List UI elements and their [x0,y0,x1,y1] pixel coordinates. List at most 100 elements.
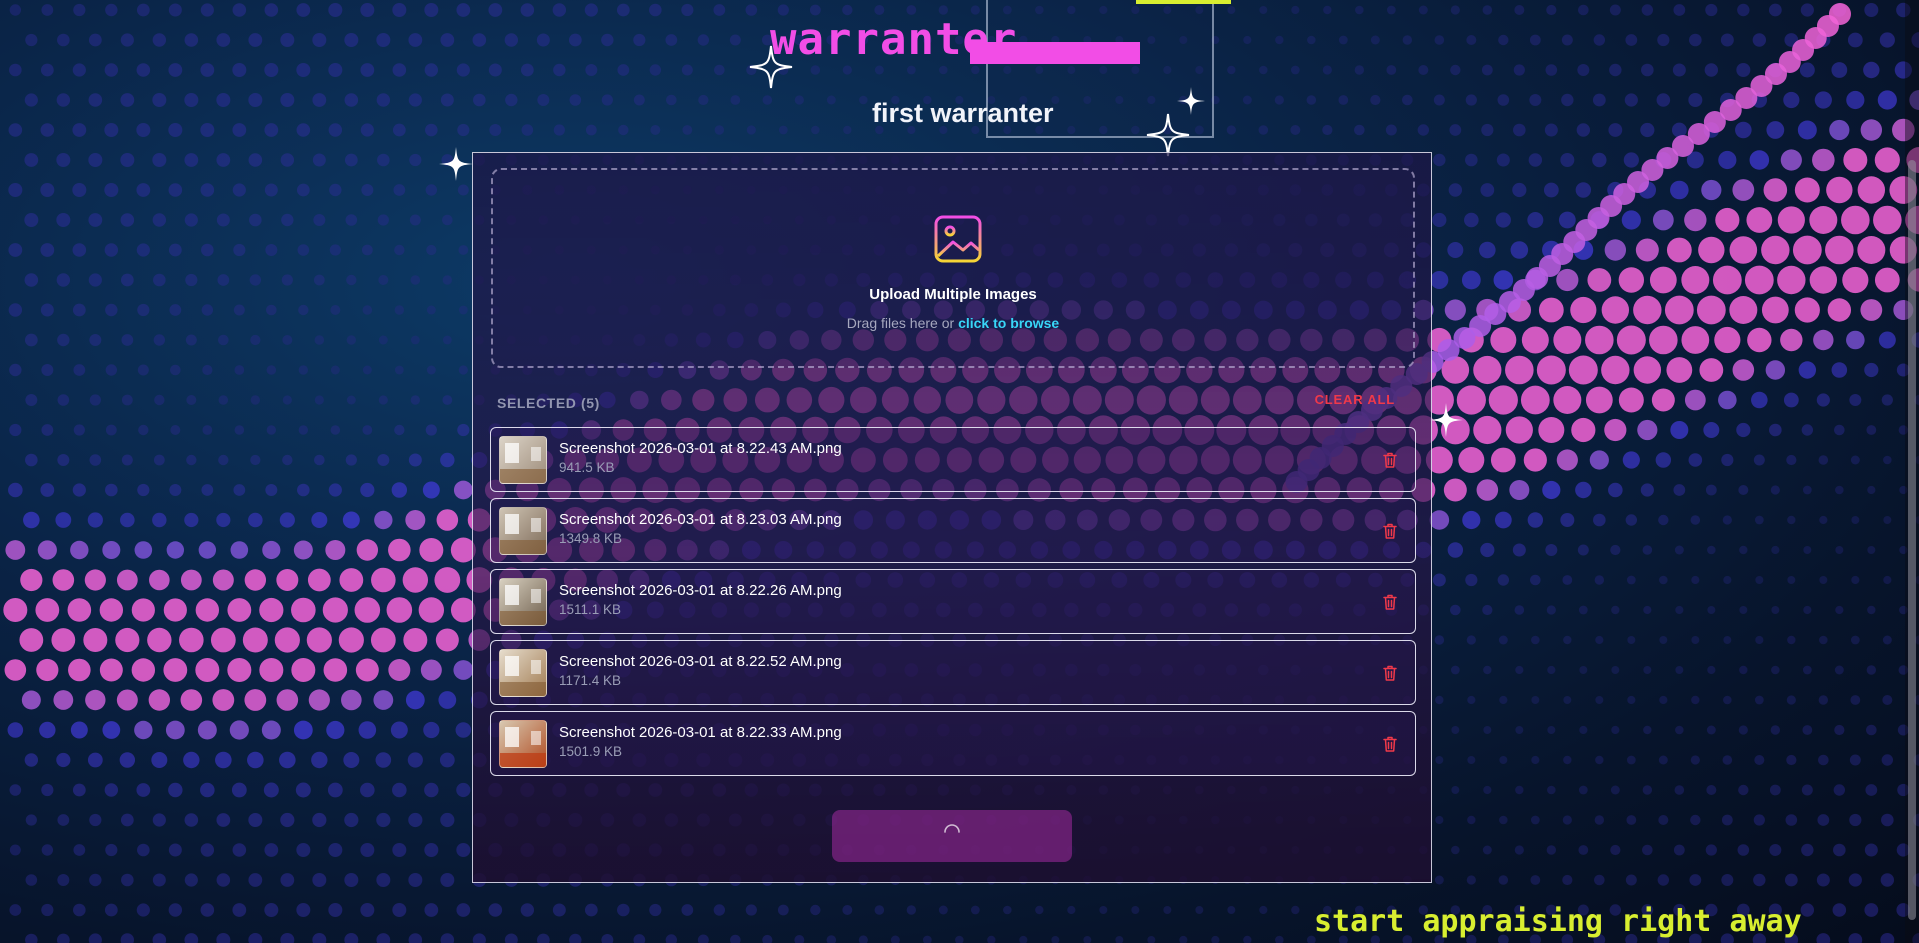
background-dot [520,903,535,917]
background-dot [346,395,356,405]
background-dot [842,905,853,915]
browse-link[interactable]: click to browse [958,315,1059,331]
trash-icon[interactable] [1383,452,1397,468]
background-dot [216,33,231,47]
background-dot [1718,390,1737,410]
background-dot [1447,542,1464,558]
background-dot [185,334,197,346]
background-dot [55,512,72,528]
background-dot [442,395,453,405]
background-dot [232,843,247,857]
background-dot [73,364,86,376]
submit-button[interactable] [832,810,1072,862]
background-dot [1802,485,1812,495]
background-dot [1688,93,1703,107]
background-dot [136,243,150,257]
background-dot [1835,605,1844,615]
trash-icon[interactable] [1383,594,1397,610]
background-dot [405,510,426,530]
background-dot [987,935,996,943]
background-dot [312,93,327,107]
background-dot [1635,238,1659,262]
background-dot [25,814,37,826]
background-dot [1834,665,1844,675]
background-dot [227,598,252,622]
file-dropzone[interactable]: Upload Multiple Images Drag files here o… [491,168,1415,368]
background-dot [1674,545,1684,555]
background-dot [377,153,390,167]
background-dot [360,482,375,498]
background-dot [56,93,71,107]
background-dot [1841,205,1870,235]
background-dot [390,721,408,739]
background-dot [41,903,54,917]
background-dot [408,873,423,887]
background-dot [1227,6,1236,14]
clear-all-button[interactable]: CLEAR ALL [1313,392,1395,407]
background-dot [1578,605,1588,615]
background-dot [266,425,277,435]
background-dot [328,903,343,917]
background-dot [102,541,121,559]
background-dot [666,94,677,106]
background-dot [1528,153,1543,167]
background-dot [971,65,980,75]
background-dot [342,511,360,529]
background-dot [1771,606,1780,614]
background-dot [1879,32,1895,48]
background-dot [152,153,167,167]
background-dot [358,721,377,739]
background-dot [1847,32,1863,48]
background-dot [1482,845,1492,855]
background-dot [169,304,182,316]
background-dot [682,125,693,135]
trash-icon[interactable] [1383,736,1397,752]
background-dot [424,63,439,77]
background-dot [1849,394,1862,406]
background-dot [1664,295,1694,325]
trash-icon[interactable] [1383,523,1397,539]
background-dot [232,123,247,137]
scrollbar-thumb[interactable] [1908,160,1916,920]
background-dot [1817,814,1830,826]
background-dot [1521,326,1549,354]
background-dot [1705,484,1717,496]
background-dot [1657,874,1670,886]
background-dot [378,335,388,345]
background-dot [1785,814,1798,826]
background-dot [730,95,741,105]
background-dot [1753,454,1765,466]
background-dot [115,627,140,653]
background-dot [601,33,614,47]
trash-icon[interactable] [1383,665,1397,681]
background-dot [1691,636,1700,644]
background-dot [1832,903,1847,917]
background-dot [1816,393,1830,407]
background-dot [1739,665,1748,675]
background-dot [730,934,741,943]
background-dot [1691,575,1700,585]
background-dot [1618,267,1645,293]
background-dot [1482,5,1493,15]
background-dot [344,873,359,887]
background-dot [409,214,421,226]
background-dot [1834,424,1845,436]
background-dot [121,394,133,406]
background-dot [1545,544,1558,556]
brand-highlight-bar [970,42,1140,64]
background-dot [1546,4,1557,16]
background-dot [1818,695,1829,705]
background-dot [1509,480,1530,500]
background-dot [1480,542,1495,558]
background-dot [1744,265,1774,295]
background-dot [1418,5,1428,15]
background-dot [890,935,900,943]
background-dot [1698,236,1725,264]
scrollbar-track[interactable] [1905,0,1919,943]
background-dot [1448,183,1463,197]
background-dot [1527,512,1544,528]
background-dot [1497,94,1510,106]
background-dot [1505,416,1533,444]
background-dot [424,843,439,857]
background-dot [184,153,199,167]
